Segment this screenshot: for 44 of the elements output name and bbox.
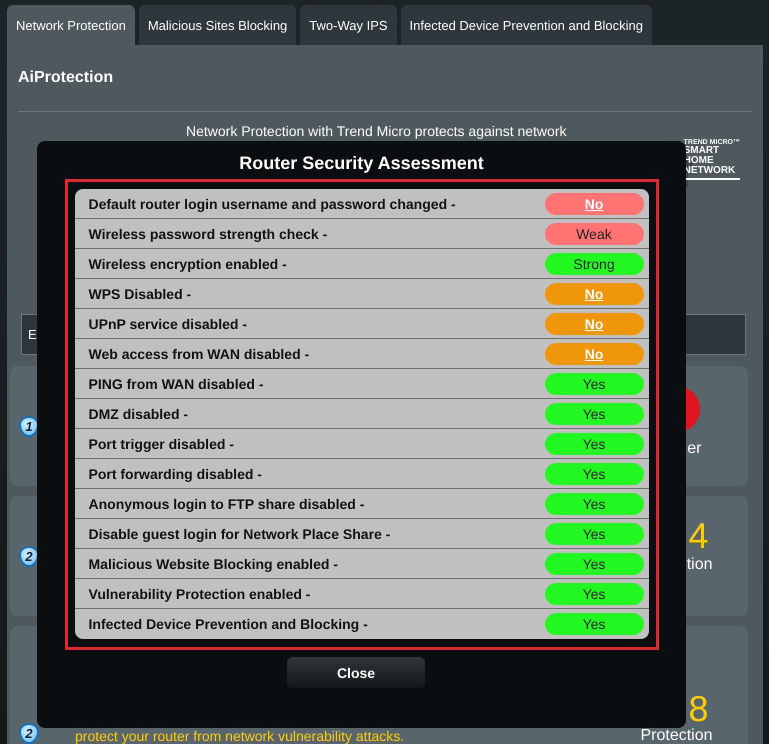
status-badge: Yes <box>544 462 644 484</box>
close-button[interactable]: Close <box>287 657 425 688</box>
stat-label: tion <box>686 556 712 574</box>
check-label: Wireless password strength check - <box>88 226 328 242</box>
protection-count: 8 <box>688 689 708 729</box>
protection-count: 4 <box>688 516 708 556</box>
status-badge: Yes <box>544 492 644 514</box>
stat-label: er <box>687 440 702 458</box>
description-text: protect your router from network vulnerability attacks. <box>75 729 406 744</box>
status-badge: Yes <box>544 372 644 394</box>
check-label: Disable guest login for Network Place Share - <box>88 526 390 542</box>
status-badge: Strong <box>544 252 644 274</box>
status-badge: Weak <box>544 222 644 244</box>
status-badge: Yes <box>544 522 644 544</box>
check-label: Infected Device Prevention and Blocking - <box>88 616 368 632</box>
check-label: Web access from WAN disabled - <box>88 346 310 362</box>
check-label: Wireless encryption enabled - <box>88 256 287 272</box>
tab[interactable]: Network Protection <box>7 5 135 45</box>
tab[interactable]: Infected Device Prevention and Blocking <box>400 5 652 45</box>
check-label: Port trigger disabled - <box>88 436 234 452</box>
status-badge: Yes <box>544 613 644 635</box>
enable-label: E <box>28 327 37 342</box>
check-label: Malicious Website Blocking enabled - <box>88 556 338 572</box>
check-label: DMZ disabled - <box>88 406 188 422</box>
stat-label: Protection <box>640 728 713 743</box>
step-badge: 2 <box>19 546 39 566</box>
check-label: Anonymous login to FTP share disabled - <box>88 496 364 512</box>
check-label: WPS Disabled - <box>88 286 192 302</box>
step-badge: 2 <box>19 723 39 744</box>
dialog-title: Router Security Assessment <box>239 152 484 175</box>
check-label: UPnP service disabled - <box>88 316 247 332</box>
check-label: Default router login username and password changed - <box>88 196 456 212</box>
status-badge: Yes <box>544 432 644 454</box>
tab[interactable]: Two-Way IPS <box>300 5 397 45</box>
status-badge: Yes <box>544 402 644 424</box>
check-label: PING from WAN disabled - <box>88 376 264 392</box>
panel-title: AiProtection <box>18 69 114 87</box>
status-badge: Yes <box>544 552 644 574</box>
step-badge: 1 <box>19 416 39 436</box>
check-label: Vulnerability Protection enabled - <box>88 586 310 602</box>
intro-text: Network Protection with Trend Micro protects against network <box>186 123 568 139</box>
status-badge: Yes <box>544 582 644 604</box>
check-label: Port forwarding disabled - <box>88 466 262 482</box>
tab[interactable]: Malicious Sites Blocking <box>138 5 296 45</box>
